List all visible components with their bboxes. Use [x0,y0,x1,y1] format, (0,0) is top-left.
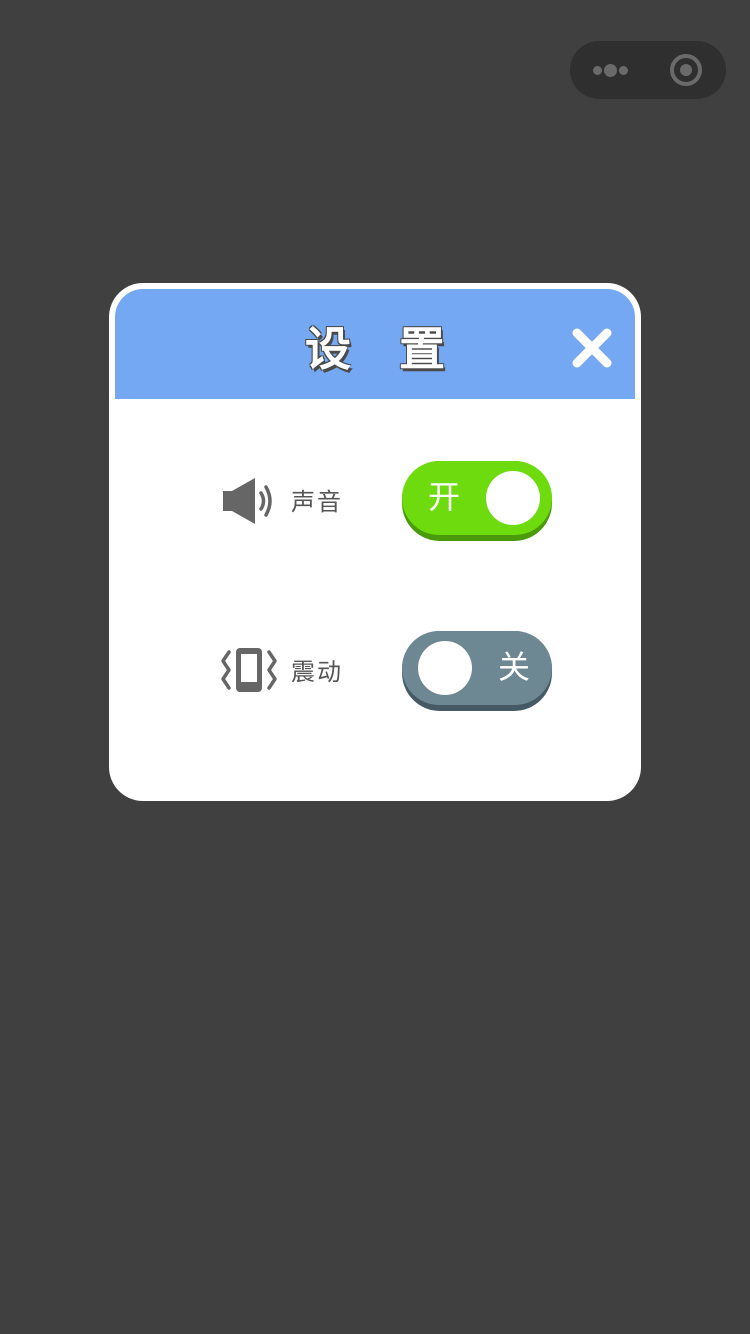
dialog-header: 设 置 [115,289,635,399]
menu-capsule [570,41,726,99]
target-circle-icon [670,54,702,86]
vibrate-setting-row: 震动 关 [109,628,641,712]
phone-vibrate-icon [219,646,277,696]
vibrate-toggle[interactable]: 关 [402,631,552,711]
speaker-icon [219,476,277,526]
close-icon [572,328,612,368]
sound-toggle-face: 开 [402,461,552,535]
more-dots-icon-right [619,66,628,75]
more-dots-icon [593,66,602,75]
vibrate-label: 震动 [291,658,343,686]
sound-toggle-text: 开 [428,478,461,516]
vibrate-toggle-knob [418,641,472,695]
more-dots-icon-center [604,64,617,77]
exit-button[interactable] [670,54,702,86]
sound-setting-row: 声音 开 [109,458,641,542]
screen: 设 置 声音 开 震动 关 [0,0,750,1334]
sound-toggle[interactable]: 开 [402,461,552,541]
settings-dialog: 设 置 声音 开 震动 关 [109,283,641,801]
dialog-title: 设 置 [304,322,461,376]
sound-label: 声音 [291,488,343,516]
more-button[interactable] [570,41,654,99]
vibrate-toggle-text: 关 [498,648,531,686]
sound-toggle-knob [486,471,540,525]
vibrate-toggle-face: 关 [402,631,552,705]
close-button[interactable] [569,325,615,371]
